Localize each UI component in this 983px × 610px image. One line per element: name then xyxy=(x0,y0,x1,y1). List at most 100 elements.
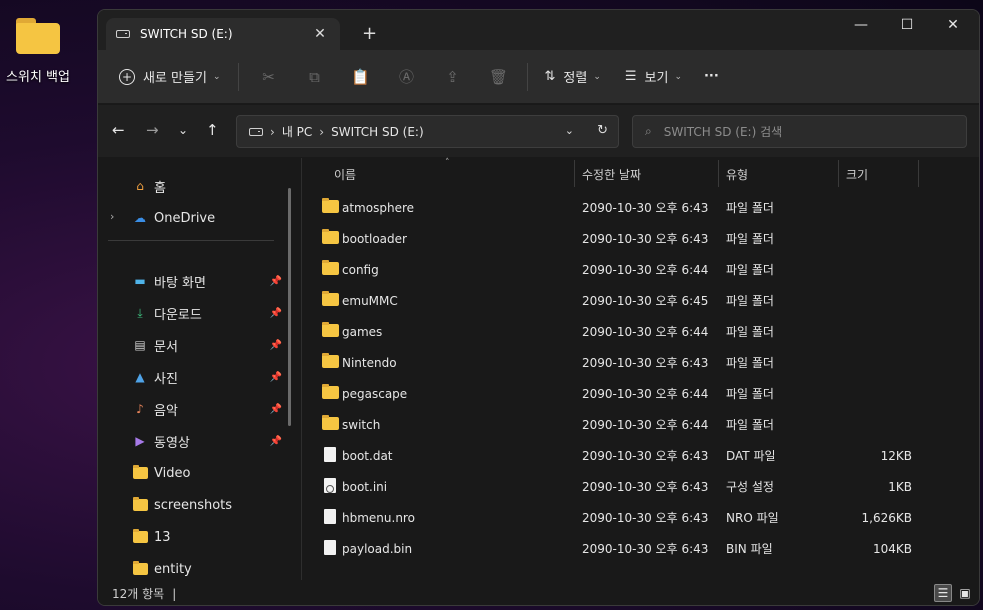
sidebar-item-pictures[interactable]: ▲ 사진 📌 xyxy=(132,363,282,391)
paste-icon[interactable]: 📋 xyxy=(337,62,383,92)
sidebar-item-folder[interactable]: entity xyxy=(132,555,282,583)
back-button[interactable]: ← xyxy=(112,121,125,139)
sidebar-item-downloads[interactable]: ⤓ 다운로드 📌 xyxy=(132,299,282,327)
view-button-label: 보기 xyxy=(644,71,669,86)
pin-icon[interactable]: 📌 xyxy=(270,340,282,351)
sort-button[interactable]: ⇅ 정렬 ⌄ xyxy=(544,67,600,86)
file-icon xyxy=(322,540,336,556)
breadcrumb-switch-sd[interactable]: SWITCH SD (E:) xyxy=(331,125,424,139)
column-divider[interactable] xyxy=(918,160,919,187)
address-dropdown-icon[interactable]: ⌄ xyxy=(565,124,574,137)
file-row[interactable]: games 2090-10-30 오후 6:44 파일 폴더 xyxy=(308,316,979,347)
column-header-date[interactable]: 수정한 날짜 xyxy=(582,166,641,183)
sidebar-item-desktop[interactable]: ▬ 바탕 화면 📌 xyxy=(132,267,282,295)
close-window-button[interactable]: ✕ xyxy=(930,10,976,40)
cut-icon[interactable]: ✂ xyxy=(245,62,291,92)
toolbar-divider xyxy=(527,62,529,91)
file-explorer-window: SWITCH SD (E:) ✕ + — ☐ ✕ + 새로 만들기 ⌄ ✂ ⧉ … xyxy=(97,9,980,606)
file-type: NRO 파일 xyxy=(726,511,779,525)
sort-ascending-icon: ˄ xyxy=(445,158,450,168)
pane-divider[interactable] xyxy=(301,158,302,580)
folder-icon xyxy=(322,322,339,337)
file-size: 1KB xyxy=(888,479,912,494)
file-row[interactable]: boot.ini 2090-10-30 오후 6:43 구성 설정 1KB xyxy=(308,471,979,502)
more-options-button[interactable]: ··· xyxy=(704,69,719,84)
column-header-name[interactable]: 이름 xyxy=(334,166,356,183)
file-size: 12KB xyxy=(880,448,912,463)
sidebar-item-onedrive[interactable]: ☁ OneDrive xyxy=(132,204,282,232)
file-type: 파일 폴더 xyxy=(726,201,774,215)
delete-icon[interactable]: 🗑 xyxy=(475,62,521,92)
minimize-button[interactable]: — xyxy=(838,10,884,40)
breadcrumb-chevron-icon: › xyxy=(319,124,325,139)
pin-icon[interactable]: 📌 xyxy=(270,372,282,383)
file-row[interactable]: bootloader 2090-10-30 오후 6:43 파일 폴더 xyxy=(308,223,979,254)
pin-icon[interactable]: 📌 xyxy=(270,308,282,319)
file-row[interactable]: boot.dat 2090-10-30 오후 6:43 DAT 파일 12KB xyxy=(308,440,979,471)
file-date: 2090-10-30 오후 6:43 xyxy=(582,542,709,556)
pin-icon[interactable]: 📌 xyxy=(270,276,282,287)
file-type: 파일 폴더 xyxy=(726,232,774,246)
tab-switch-sd[interactable]: SWITCH SD (E:) ✕ xyxy=(106,18,340,50)
desktop-folder-shortcut[interactable]: 스위치 백업 xyxy=(0,18,76,85)
details-view-button[interactable]: ☰ xyxy=(934,584,952,602)
file-type: 파일 폴더 xyxy=(726,263,774,277)
file-date: 2090-10-30 오후 6:44 xyxy=(582,263,709,277)
sidebar-item-folder[interactable]: screenshots xyxy=(132,491,282,519)
sidebar-item-label: 음악 xyxy=(154,403,178,419)
folder-icon xyxy=(322,229,339,244)
column-header-type[interactable]: 유형 xyxy=(726,166,748,183)
maximize-button[interactable]: ☐ xyxy=(884,10,930,40)
file-row[interactable]: payload.bin 2090-10-30 오후 6:43 BIN 파일 104KB xyxy=(308,533,979,564)
sidebar-item-folder[interactable]: Video xyxy=(132,459,282,487)
pin-icon[interactable]: 📌 xyxy=(270,436,282,447)
file-row[interactable]: Nintendo 2090-10-30 오후 6:43 파일 폴더 xyxy=(308,347,979,378)
sidebar-item-music[interactable]: ♪ 음악 📌 xyxy=(132,395,282,423)
new-tab-button[interactable]: + xyxy=(362,23,377,44)
column-divider[interactable] xyxy=(838,160,839,187)
large-icons-view-button[interactable]: ▣ xyxy=(956,584,974,602)
file-row[interactable]: switch 2090-10-30 오후 6:44 파일 폴더 xyxy=(308,409,979,440)
file-icon xyxy=(322,509,336,525)
file-row[interactable]: atmosphere 2090-10-30 오후 6:43 파일 폴더 xyxy=(308,192,979,223)
file-date: 2090-10-30 오후 6:43 xyxy=(582,232,709,246)
folder-icon xyxy=(322,415,339,430)
home-icon: ⌂ xyxy=(136,179,144,193)
file-row[interactable]: hbmenu.nro 2090-10-30 오후 6:43 NRO 파일 1,626K… xyxy=(308,502,979,533)
column-header-size[interactable]: 크기 xyxy=(846,166,868,183)
close-tab-icon[interactable]: ✕ xyxy=(310,26,330,42)
search-input[interactable]: ⌕ SWITCH SD (E:) 검색 xyxy=(632,115,967,148)
file-date: 2090-10-30 오후 6:43 xyxy=(582,356,709,370)
chevron-down-icon: ⌄ xyxy=(674,71,682,82)
forward-button[interactable]: → xyxy=(146,121,159,139)
rename-icon[interactable]: Ⓐ xyxy=(383,62,429,92)
file-row[interactable]: emuMMC 2090-10-30 오후 6:45 파일 폴더 xyxy=(308,285,979,316)
address-row: ← → ⌄ ↑ › 내 PC › SWITCH SD (E:) ⌄ ↻ ⌕ SW… xyxy=(98,105,979,157)
file-date: 2090-10-30 오후 6:43 xyxy=(582,449,709,463)
recent-locations-button[interactable]: ⌄ xyxy=(178,123,188,137)
view-button[interactable]: ☰ 보기 ⌄ xyxy=(625,67,682,86)
sidebar-item-videos[interactable]: ▶ 동영상 📌 xyxy=(132,427,282,455)
file-name: pegascape xyxy=(342,386,408,401)
sidebar-item-documents[interactable]: ▤ 문서 📌 xyxy=(132,331,282,359)
file-row[interactable]: pegascape 2090-10-30 오후 6:44 파일 폴더 xyxy=(308,378,979,409)
expand-chevron-icon[interactable]: › xyxy=(110,210,114,223)
up-button[interactable]: ↑ xyxy=(206,121,219,139)
share-icon[interactable]: ⇪ xyxy=(429,62,475,92)
folder-icon xyxy=(322,198,339,213)
breadcrumb-this-pc[interactable]: 내 PC xyxy=(282,123,312,140)
column-divider[interactable] xyxy=(574,160,575,187)
sidebar-item-home[interactable]: ⌂ 홈 xyxy=(132,172,282,200)
file-row[interactable]: config 2090-10-30 오후 6:44 파일 폴더 xyxy=(308,254,979,285)
view-list-icon: ☰ xyxy=(624,69,637,84)
sidebar-scrollbar[interactable] xyxy=(288,188,291,426)
sidebar-item-label: OneDrive xyxy=(154,210,216,226)
pin-icon[interactable]: 📌 xyxy=(270,404,282,415)
column-divider[interactable] xyxy=(718,160,719,187)
address-bar[interactable]: › 내 PC › SWITCH SD (E:) ⌄ ↻ xyxy=(236,115,619,148)
copy-icon[interactable]: ⧉ xyxy=(291,62,337,92)
refresh-icon[interactable]: ↻ xyxy=(597,123,608,138)
download-icon: ⤓ xyxy=(137,305,143,320)
new-button[interactable]: + 새로 만들기 ⌄ xyxy=(119,67,220,86)
sidebar-item-folder[interactable]: 13 xyxy=(132,523,282,551)
